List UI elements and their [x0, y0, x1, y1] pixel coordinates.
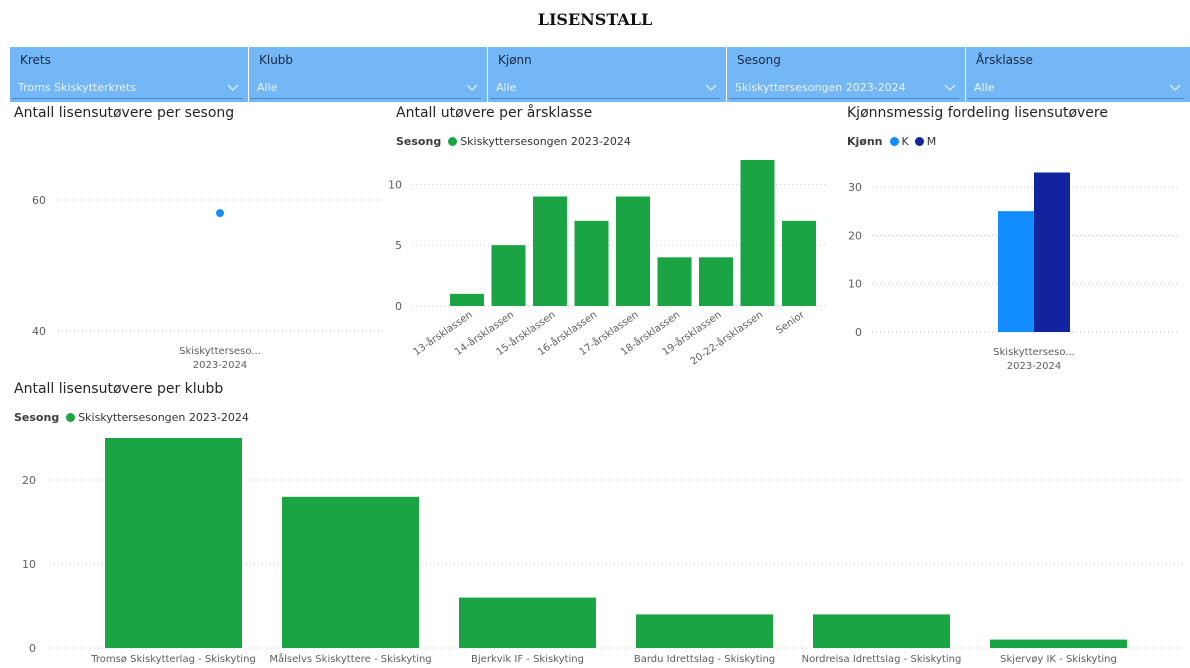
slicer-kjonn-label: Kjønn — [498, 53, 532, 67]
legend-dot-icon — [889, 137, 899, 146]
sesong-dropdown-value: Skiskyttersesongen 2023-2024 — [735, 81, 906, 94]
kjonn-dropdown-value: Alle — [496, 81, 517, 94]
bar-k — [998, 211, 1034, 332]
slicer-sesong-label: Sesong — [737, 53, 781, 67]
x-tick-label: Tromsø Skiskytterlag - Skiskyting — [90, 654, 256, 665]
chart-title-per-sesong: Antall lisensutøvere per sesong — [14, 105, 235, 121]
slicer-krets: Krets Troms Skiskytterkrets — [10, 47, 248, 102]
legend-label: K — [901, 135, 909, 148]
legend-item[interactable]: Skiskyttersesongen 2023-2024 — [66, 411, 249, 424]
arsklasse-dropdown[interactable]: Alle — [968, 76, 1184, 99]
chevron-down-icon — [944, 84, 956, 91]
legend-dot-icon — [914, 137, 924, 146]
legend-label: Skiskyttersesongen 2023-2024 — [460, 135, 631, 148]
bar — [616, 196, 650, 306]
filter-bar: Krets Troms Skiskytterkrets Klubb Alle K… — [10, 47, 1190, 102]
y-tick-label: 10 — [848, 278, 862, 291]
bar — [105, 438, 242, 648]
chart-kjonn: 0 10 20 30 Skiskytterseso... 2023-2024 — [848, 172, 1178, 372]
x-tick-label: 2023-2024 — [1007, 361, 1062, 372]
chart-per-arsklasse: 051013-årsklassen14-årsklassen15-årsklas… — [388, 160, 828, 368]
bar-m — [1034, 172, 1070, 332]
legend-dot-icon — [448, 137, 458, 146]
legend-per-arsklasse: Sesong Skiskyttersesongen 2023-2024 — [396, 135, 637, 148]
klubb-dropdown[interactable]: Alle — [251, 76, 481, 99]
bar — [699, 257, 733, 306]
x-tick-label: 20-22-årsklassen — [688, 308, 766, 368]
sesong-dropdown[interactable]: Skiskyttersesongen 2023-2024 — [729, 76, 959, 99]
krets-dropdown[interactable]: Troms Skiskytterkrets — [12, 76, 242, 99]
chart-per-klubb: 0 10 20 Tromsø Skiskytterlag - Skiskyting Må… — [22, 438, 1185, 665]
krets-dropdown-value: Troms Skiskytterkrets — [18, 81, 137, 94]
slicer-krets-label: Krets — [20, 53, 51, 67]
slicer-arsklasse: Årsklasse Alle — [966, 47, 1190, 102]
arsklasse-dropdown-value: Alle — [974, 81, 995, 94]
chart-title-kjonn: Kjønnsmessig fordeling lisensutøvere — [847, 105, 1108, 121]
bar — [459, 597, 596, 648]
x-tick-label: Nordreisa Idrettslag - Skiskyting — [802, 654, 962, 665]
y-tick-label: 20 — [848, 229, 862, 242]
y-tick-label: 10 — [22, 558, 36, 571]
bar — [533, 196, 567, 306]
x-tick-label: Senior — [774, 309, 807, 337]
legend-item-m[interactable]: M — [914, 135, 937, 148]
chevron-down-icon — [705, 84, 717, 91]
bar — [636, 614, 773, 648]
slicer-arsklasse-label: Årsklasse — [976, 53, 1033, 67]
kjonn-dropdown[interactable]: Alle — [490, 76, 720, 99]
chart-title-per-klubb: Antall lisensutøvere per klubb — [14, 381, 224, 397]
legend-dot-icon — [66, 413, 76, 422]
slicer-klubb-label: Klubb — [259, 53, 294, 67]
y-tick-label: 10 — [388, 178, 402, 191]
bar — [657, 257, 692, 306]
x-tick-label: Skiskytterseso... — [179, 346, 261, 357]
legend-kjonn: Kjønn K M — [847, 135, 942, 148]
legend-title: Sesong — [14, 411, 60, 424]
y-tick-label: 0 — [395, 300, 402, 313]
legend-item[interactable]: Skiskyttersesongen 2023-2024 — [448, 135, 631, 148]
legend-per-klubb: Sesong Skiskyttersesongen 2023-2024 — [14, 411, 255, 424]
y-tick-label: 5 — [395, 239, 402, 252]
y-tick-label: 30 — [848, 181, 862, 194]
y-tick-label: 0 — [29, 642, 36, 655]
bar — [574, 220, 609, 306]
legend-item-k[interactable]: K — [889, 135, 909, 148]
chevron-down-icon — [1169, 84, 1181, 91]
chevron-down-icon — [466, 84, 478, 91]
y-tick-label: 0 — [855, 326, 862, 339]
legend-title: Kjønn — [847, 135, 883, 148]
bar — [282, 496, 419, 648]
slicer-klubb: Klubb Alle — [249, 47, 487, 102]
bar — [491, 245, 526, 306]
chart-per-sesong: 40 60 Skiskytterseso... 2023-2024 — [32, 194, 385, 371]
x-tick-label: Skjervøy IK - Skiskyting — [1000, 654, 1117, 665]
x-tick-label: Skiskytterseso... — [993, 347, 1075, 358]
bar — [782, 220, 816, 306]
bar — [740, 160, 775, 306]
x-tick-label: Målselvs Skiskyttere - Skiskyting — [269, 652, 431, 665]
x-tick-label: Bardu Idrettslag - Skiskyting — [634, 654, 775, 665]
y-tick-label: 20 — [22, 474, 36, 487]
legend-label: Skiskyttersesongen 2023-2024 — [78, 411, 249, 424]
data-point — [216, 209, 224, 218]
y-tick-label: 40 — [32, 325, 46, 338]
bar — [450, 293, 484, 306]
klubb-dropdown-value: Alle — [257, 81, 278, 94]
chevron-down-icon — [227, 84, 239, 91]
legend-title: Sesong — [396, 135, 442, 148]
chart-title-per-arsklasse: Antall utøvere per årsklasse — [396, 105, 593, 121]
bar — [990, 639, 1127, 648]
slicer-sesong: Sesong Skiskyttersesongen 2023-2024 — [727, 47, 965, 102]
x-tick-label: Bjerkvik IF - Skiskyting — [471, 654, 584, 665]
y-tick-label: 60 — [32, 194, 46, 207]
slicer-kjonn: Kjønn Alle — [488, 47, 726, 102]
bar — [813, 614, 950, 648]
page-title: LISENSTALL — [537, 10, 653, 29]
legend-label: M — [926, 135, 937, 148]
x-tick-label: 2023-2024 — [193, 360, 248, 371]
